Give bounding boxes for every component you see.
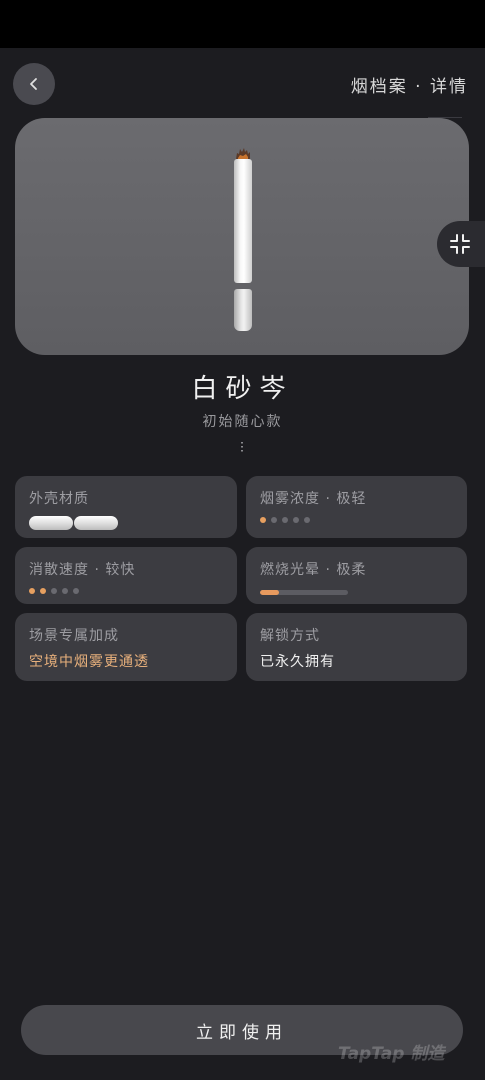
glow-card: 燃烧光晕 · 极柔 [246,547,467,604]
smoke-density-label: 烟雾浓度 · 极轻 [260,491,367,507]
cigarette-body [234,159,252,283]
shell-material-label: 外壳材质 [29,491,89,507]
level-dot-active [40,588,46,594]
level-dot [73,588,79,594]
level-dot [62,588,68,594]
level-dot [304,517,310,523]
chevron-left-icon [30,78,37,90]
collapse-icon [450,234,470,254]
unlock-method-label: 解锁方式 [260,628,320,644]
level-dot [293,517,299,523]
shell-material-card: 外壳材质 [15,476,237,538]
level-dot-active [260,517,266,523]
status-bar [0,0,485,48]
item-name: 白砂岑 [191,374,294,404]
shell-pill [74,516,118,530]
level-dot [282,517,288,523]
unlock-method-value: 已永久拥有 [260,654,335,670]
dispersion-speed-dots [29,588,223,594]
level-dot [271,517,277,523]
back-button[interactable] [13,63,55,105]
dispersion-speed-card: 消散速度 · 较快 [15,547,237,604]
glow-bar-fill [260,590,280,595]
watermark: TapTap 制造 [338,1044,445,1064]
scene-bonus-value: 空境中烟雾更通透 [29,654,149,670]
cigarette-image [234,148,252,333]
cigarette-filter [234,289,252,331]
scene-bonus-label: 场景专属加成 [29,628,119,644]
unlock-method-card: 解锁方式 已永久拥有 [246,613,467,681]
shell-pill [29,516,73,530]
page-title: 烟档案 · 详情 [350,77,468,97]
scene-bonus-card: 场景专属加成 空境中烟雾更通透 [15,613,237,681]
shell-material-pills [29,516,223,530]
item-subtitle: 初始随心款 [202,414,283,430]
glow-bar [260,590,348,595]
level-dot [51,588,57,594]
scroll-hint [241,442,243,452]
item-preview [15,118,469,355]
collapse-button[interactable] [437,221,485,267]
ember-icon [236,148,250,159]
level-dot-active [29,588,35,594]
dispersion-speed-label: 消散速度 · 较快 [29,562,136,578]
glow-label: 燃烧光晕 · 极柔 [260,562,367,578]
smoke-density-dots [260,517,453,523]
smoke-density-card: 烟雾浓度 · 极轻 [246,476,467,538]
